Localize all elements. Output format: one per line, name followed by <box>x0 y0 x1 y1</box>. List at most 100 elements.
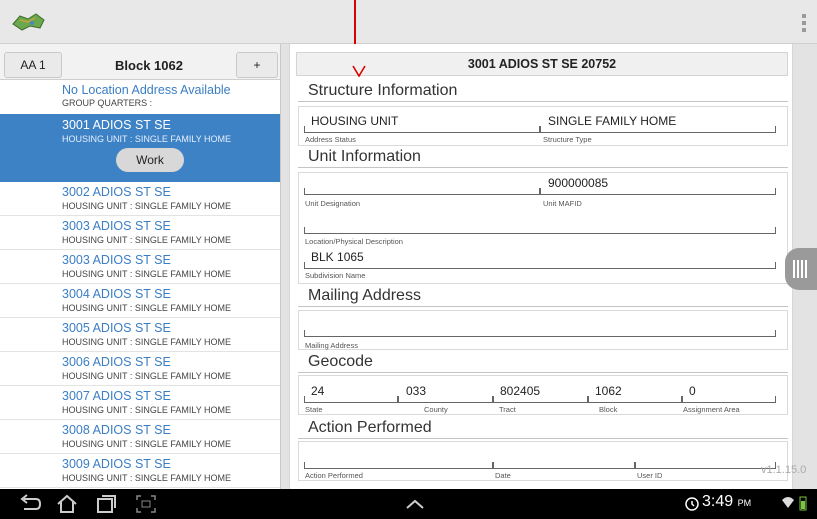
list-item-title: 3006 ADIOS ST SE <box>62 355 171 369</box>
tract-value: 802405 <box>500 384 541 398</box>
list-item-subtitle: HOUSING UNIT : SINGLE FAMILY HOME <box>62 235 232 245</box>
structure-box: HOUSING UNIT Address Status SINGLE FAMIL… <box>298 106 788 146</box>
list-item[interactable]: 3003 ADIOS ST SE HOUSING UNIT : SINGLE FA… <box>0 216 280 250</box>
no-location-item[interactable]: No Location Address Available GROUP QUAR… <box>0 81 280 113</box>
list-item[interactable]: 3007 ADIOS ST SE HOUSING UNIT : SINGLE FA… <box>0 386 280 420</box>
list-item[interactable]: 3006 ADIOS ST SE HOUSING UNIT : SINGLE FA… <box>0 352 280 386</box>
action-performed-field[interactable] <box>304 462 493 469</box>
address-status-value: HOUSING UNIT <box>311 114 399 128</box>
detail-pane: 3001 ADIOS ST SE 20752 Structure Informa… <box>281 44 817 489</box>
assignment-area-button[interactable]: AA 1 <box>4 52 62 78</box>
block-title: Block 1062 <box>115 57 183 73</box>
drawer-handle[interactable] <box>785 248 817 290</box>
list-item[interactable]: 3004 ADIOS ST SE HOUSING UNIT : SINGLE FA… <box>0 284 280 318</box>
list-item-subtitle: HOUSING UNIT : SINGLE FAMILY HOME <box>62 269 232 279</box>
block-header: AA 1 Block 1062 + <box>0 44 280 80</box>
block-label: Block <box>599 405 618 414</box>
list-item-title: 3002 ADIOS ST SE <box>62 185 171 199</box>
section-title-unit: Unit Information <box>308 148 421 165</box>
state-label: State <box>305 405 323 414</box>
list-item-title: 3003 ADIOS ST SE <box>62 219 171 233</box>
list-item[interactable]: 3002 ADIOS ST SE HOUSING UNIT : SINGLE FA… <box>0 182 280 216</box>
section-title-mailing: Mailing Address <box>308 287 421 304</box>
status-clock: 3:49 PM <box>702 493 751 511</box>
detail-sheet: 3001 ADIOS ST SE 20752 Structure Informa… <box>289 44 806 489</box>
list-item[interactable]: 3009 ADIOS ST SE HOUSING UNIT : SINGLE FA… <box>0 454 280 488</box>
unit-mafid-label: Unit MAFID <box>543 199 582 208</box>
list-item-subtitle: HOUSING UNIT : SINGLE FAMILY HOME <box>62 303 232 313</box>
section-title-structure: Structure Information <box>308 82 458 99</box>
section-divider <box>298 372 788 373</box>
action-box: Action Performed Date User ID <box>298 441 788 481</box>
list-item-subtitle: HOUSING UNIT : SINGLE FAMILY HOME <box>62 473 232 483</box>
list-item-subtitle: HOUSING UNIT : SINGLE FAMILY HOME <box>62 337 232 347</box>
list-item-subtitle: HOUSING UNIT : SINGLE FAMILY HOME <box>62 134 232 144</box>
unit-mafid-value: 900000085 <box>548 176 609 190</box>
section-divider <box>298 167 788 168</box>
location-description-label: Location/Physical Description <box>305 237 403 246</box>
assignment-area-field[interactable] <box>682 396 776 403</box>
subdivision-value: BLK 1065 <box>311 250 364 264</box>
work-button[interactable]: Work <box>116 148 184 172</box>
list-item-subtitle: HOUSING UNIT : SINGLE FAMILY HOME <box>62 371 232 381</box>
address-status-label: Address Status <box>305 135 356 144</box>
recent-apps-icon[interactable] <box>94 494 118 514</box>
unit-box: Unit Designation 900000085 Unit MAFID Lo… <box>298 172 788 284</box>
list-item-title: 3007 ADIOS ST SE <box>62 389 171 403</box>
wifi-icon <box>782 497 794 508</box>
mailing-address-label: Mailing Address <box>305 341 358 350</box>
back-icon[interactable] <box>18 494 42 514</box>
clock-time: 3:49 <box>702 493 734 510</box>
list-item-subtitle: HOUSING UNIT : SINGLE FAMILY HOME <box>62 201 232 211</box>
section-title-geocode: Geocode <box>308 353 373 370</box>
list-item-title: 3009 ADIOS ST SE <box>62 457 171 471</box>
tablet-screen: { "block": {"aa_label": "AA 1", "title":… <box>0 0 817 519</box>
list-item-title: No Location Address Available <box>62 83 231 97</box>
mailing-address-field[interactable] <box>304 330 776 337</box>
subdivision-label: Subdivision Name <box>305 271 366 280</box>
mailing-box: Mailing Address <box>298 310 788 350</box>
annotation-line <box>354 0 356 44</box>
section-divider <box>298 438 788 439</box>
section-divider <box>298 101 788 102</box>
drag-handle-icon <box>793 260 809 278</box>
unit-designation-field[interactable] <box>304 188 540 195</box>
unit-designation-label: Unit Designation <box>305 199 361 208</box>
section-title-action: Action Performed <box>308 419 432 436</box>
list-item-title: 3001 ADIOS ST SE <box>62 118 171 132</box>
list-item[interactable]: 3008 ADIOS ST SE HOUSING UNIT : SINGLE FA… <box>0 420 280 454</box>
add-address-button[interactable]: + <box>236 52 278 78</box>
date-field[interactable] <box>493 462 635 469</box>
map-app-icon[interactable] <box>10 10 48 34</box>
location-description-field[interactable] <box>304 227 776 234</box>
list-item-title: 3008 ADIOS ST SE <box>62 423 171 437</box>
battery-icon <box>799 496 807 511</box>
geocode-box: 24 State 033 County 802405 Tract 1062 Bl… <box>298 375 788 415</box>
subdivision-field[interactable] <box>304 262 776 269</box>
chevron-up-icon[interactable] <box>404 494 426 514</box>
date-label: Date <box>495 471 511 480</box>
address-list: 3002 ADIOS ST SE HOUSING UNIT : SINGLE FA… <box>0 182 280 488</box>
list-item-subtitle: HOUSING UNIT : SINGLE FAMILY HOME <box>62 439 232 449</box>
detail-header: 3001 ADIOS ST SE 20752 <box>296 52 788 76</box>
list-item-title: 3003 ADIOS ST SE <box>62 253 171 267</box>
list-item[interactable]: 3003 ADIOS ST SE HOUSING UNIT : SINGLE FA… <box>0 250 280 284</box>
structure-type-value: SINGLE FAMILY HOME <box>548 114 677 128</box>
screenshot-icon[interactable] <box>135 494 157 514</box>
section-divider <box>298 306 788 307</box>
assignment-area-value: 0 <box>689 384 696 398</box>
county-label: County <box>424 405 448 414</box>
overflow-menu-icon[interactable] <box>801 14 807 32</box>
county-value: 033 <box>406 384 427 398</box>
address-list-pane: AA 1 Block 1062 + No Location Address Av… <box>0 44 281 489</box>
home-icon[interactable] <box>55 494 79 514</box>
alarm-icon <box>685 497 699 511</box>
clock-ampm: PM <box>737 498 752 508</box>
list-item[interactable]: 3005 ADIOS ST SE HOUSING UNIT : SINGLE FA… <box>0 318 280 352</box>
selected-list-item[interactable]: 3001 ADIOS ST SE HOUSING UNIT : SINGLE F… <box>0 114 280 182</box>
list-item-subtitle: HOUSING UNIT : SINGLE FAMILY HOME <box>62 405 232 415</box>
tract-label: Tract <box>499 405 516 414</box>
user-id-field[interactable] <box>635 462 776 469</box>
list-item-title: 3004 ADIOS ST SE <box>62 287 171 301</box>
assignment-area-label: Assignment Area <box>683 405 740 414</box>
